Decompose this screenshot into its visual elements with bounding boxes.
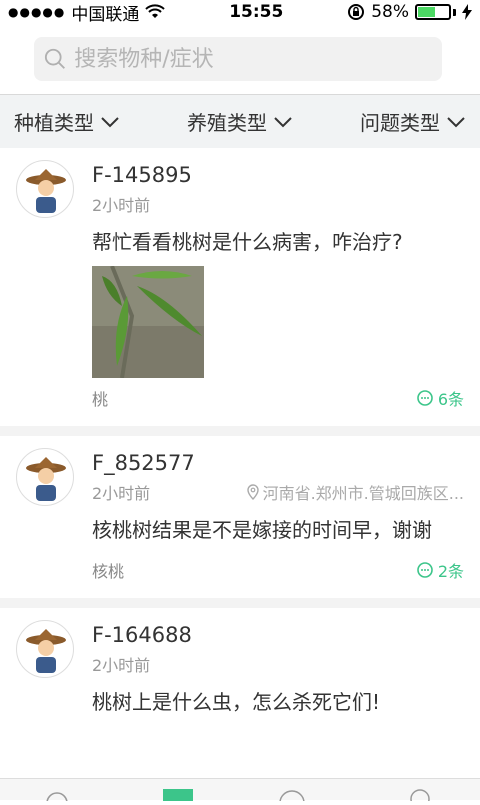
location-label: 河南省.郑州市.管城回族区... (246, 480, 464, 504)
bottom-tab-bar (0, 778, 480, 800)
crop-tag[interactable]: 桃 (92, 386, 108, 410)
ask-tab-icon (163, 789, 193, 801)
answer-count[interactable]: 2条 (416, 558, 464, 582)
post-time: 2小时前 (92, 192, 150, 216)
question-card[interactable]: F-145895 2小时前 帮忙看看桃树是什么病害，咋治疗? 桃 (0, 148, 480, 436)
clock: 15:55 (229, 2, 283, 22)
question-card[interactable]: F-164688 2小时前 桃树上是什么虫，怎么杀死它们! (0, 608, 480, 732)
question-text[interactable]: 核桃树结果是不是嫁接的时间早，谢谢 (92, 516, 464, 544)
comment-icon (416, 389, 434, 407)
comment-icon (416, 561, 434, 579)
chevron-down-icon (446, 116, 466, 128)
location-pin-icon (246, 484, 260, 500)
username[interactable]: F_852577 (92, 448, 464, 478)
post-time: 2小时前 (92, 652, 150, 676)
question-text[interactable]: 帮忙看看桃树是什么病害，咋治疗? (92, 228, 464, 256)
rotation-lock-icon (347, 3, 365, 21)
crop-tag[interactable]: 核桃 (92, 558, 124, 582)
filter-planting-type[interactable]: 种植类型 (14, 107, 120, 136)
search-area (0, 24, 480, 94)
signal-icon: ●●●●● (8, 5, 65, 19)
question-photo[interactable] (92, 266, 204, 378)
status-bar: ●●●●● 中国联通 15:55 58% (0, 0, 480, 24)
search-input[interactable] (74, 47, 442, 72)
answer-count[interactable]: 6条 (416, 386, 464, 410)
username[interactable]: F-145895 (92, 160, 464, 190)
question-feed: F-145895 2小时前 帮忙看看桃树是什么病害，咋治疗? 桃 (0, 148, 480, 778)
search-box[interactable] (34, 37, 442, 81)
chevron-down-icon (100, 116, 120, 128)
farmer-avatar[interactable] (16, 448, 74, 506)
filter-bar: 种植类型 养殖类型 问题类型 (0, 94, 480, 148)
wifi-icon (145, 4, 165, 20)
filter-breeding-type[interactable]: 养殖类型 (187, 107, 293, 136)
username[interactable]: F-164688 (92, 620, 464, 650)
chevron-down-icon (273, 116, 293, 128)
battery-percent: 58% (371, 2, 409, 22)
search-icon (44, 47, 66, 71)
battery-icon (415, 4, 451, 20)
profile-tab-icon (411, 790, 429, 801)
question-text[interactable]: 桃树上是什么虫，怎么杀死它们! (92, 688, 464, 716)
post-time: 2小时前 (92, 480, 150, 504)
question-card[interactable]: F_852577 2小时前 河南省.郑州市.管城回族区... 核桃树结果是不是嫁… (0, 436, 480, 608)
filter-problem-type[interactable]: 问题类型 (360, 107, 466, 136)
farmer-avatar[interactable] (16, 620, 74, 678)
carrier-label: 中国联通 (71, 0, 139, 25)
farmer-avatar[interactable] (16, 160, 74, 218)
charging-icon (462, 4, 472, 20)
